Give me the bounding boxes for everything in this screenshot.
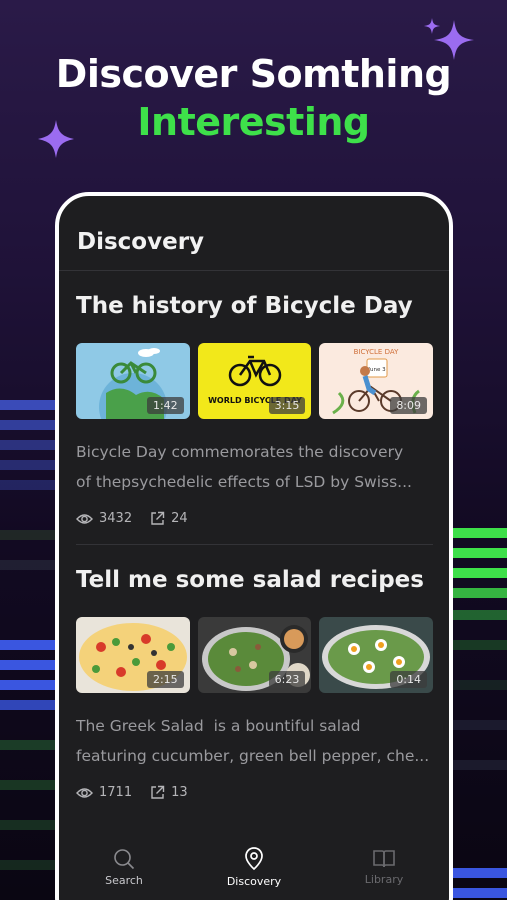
app-header: Discovery xyxy=(59,196,449,271)
video-thumbnail[interactable]: WORLD BICYCLE DAY 3:15 xyxy=(197,343,312,419)
description-line: featuring cucumber, green bell pepper, c… xyxy=(76,747,430,765)
thumbnail-row: 2:15 6:23 0:14 xyxy=(76,617,434,693)
bottom-nav: Search Discovery Library xyxy=(59,838,449,896)
duration-badge: 6:23 xyxy=(268,671,306,688)
duration-badge: 1:42 xyxy=(146,397,184,414)
views-stat: 1711 xyxy=(76,785,132,800)
nav-item-discovery[interactable]: Discovery xyxy=(194,846,314,888)
video-thumbnail[interactable]: 2:15 xyxy=(76,617,190,693)
phone-frame: Discovery The history of Bicycle Day 1:4… xyxy=(55,192,453,900)
nav-label: Discovery xyxy=(226,874,282,888)
duration-badge: 8:09 xyxy=(390,397,428,414)
nav-item-search[interactable]: Search xyxy=(64,848,184,887)
search-icon xyxy=(114,848,135,869)
duration-badge: 0:14 xyxy=(390,671,428,688)
divider xyxy=(76,544,433,545)
views-count: 3432 xyxy=(99,511,133,526)
duration-badge: 3:15 xyxy=(268,397,306,414)
nav-label: Library xyxy=(364,872,404,886)
video-thumbnail[interactable]: 1:42 xyxy=(76,343,190,419)
discovery-card[interactable]: The history of Bicycle Day 1:42 WORLD BI… xyxy=(59,293,449,526)
discovery-card[interactable]: Tell me some salad recipes 2:15 6:23 0:1… xyxy=(59,567,449,800)
video-thumbnail[interactable]: 6:23 xyxy=(197,617,312,693)
book-icon xyxy=(373,849,395,867)
thumbnail-row: 1:42 WORLD BICYCLE DAY 3:15 BICYCLE DAY … xyxy=(76,343,434,419)
card-description: The Greek Salad is a bountiful salad fea… xyxy=(76,711,433,771)
share-stat[interactable]: 13 xyxy=(150,785,188,800)
share-stat[interactable]: 24 xyxy=(150,511,188,526)
video-thumbnail[interactable]: 0:14 xyxy=(319,617,434,693)
eye-icon xyxy=(76,513,93,524)
page-title: Discovery xyxy=(77,229,205,255)
share-icon xyxy=(151,511,165,525)
card-description: Bicycle Day commemorates the discovery o… xyxy=(76,437,433,497)
nav-item-library[interactable]: Library xyxy=(324,849,444,886)
description-line: Bicycle Day commemorates the discovery xyxy=(76,443,404,461)
eye-icon xyxy=(76,787,93,798)
card-stats: 3432 24 xyxy=(76,511,433,526)
thumb-date: June 3 xyxy=(368,367,387,373)
views-count: 1711 xyxy=(99,785,133,800)
share-count: 13 xyxy=(171,785,188,800)
share-count: 24 xyxy=(171,511,188,526)
duration-badge: 2:15 xyxy=(146,671,184,688)
share-icon xyxy=(151,785,165,799)
description-line: of thepsychedelic effects of LSD by Swis… xyxy=(76,473,412,491)
views-stat: 3432 xyxy=(76,511,132,526)
thumb-caption: BICYCLE DAY xyxy=(354,348,399,356)
location-pin-icon xyxy=(245,846,263,870)
description-line: The Greek Salad is a bountiful salad xyxy=(76,717,361,735)
nav-label: Search xyxy=(105,873,143,887)
card-stats: 1711 13 xyxy=(76,785,433,800)
card-title[interactable]: The history of Bicycle Day xyxy=(76,293,433,325)
video-thumbnail[interactable]: BICYCLE DAY June 3 8:09 xyxy=(319,343,434,419)
card-title[interactable]: Tell me some salad recipes xyxy=(76,567,433,599)
